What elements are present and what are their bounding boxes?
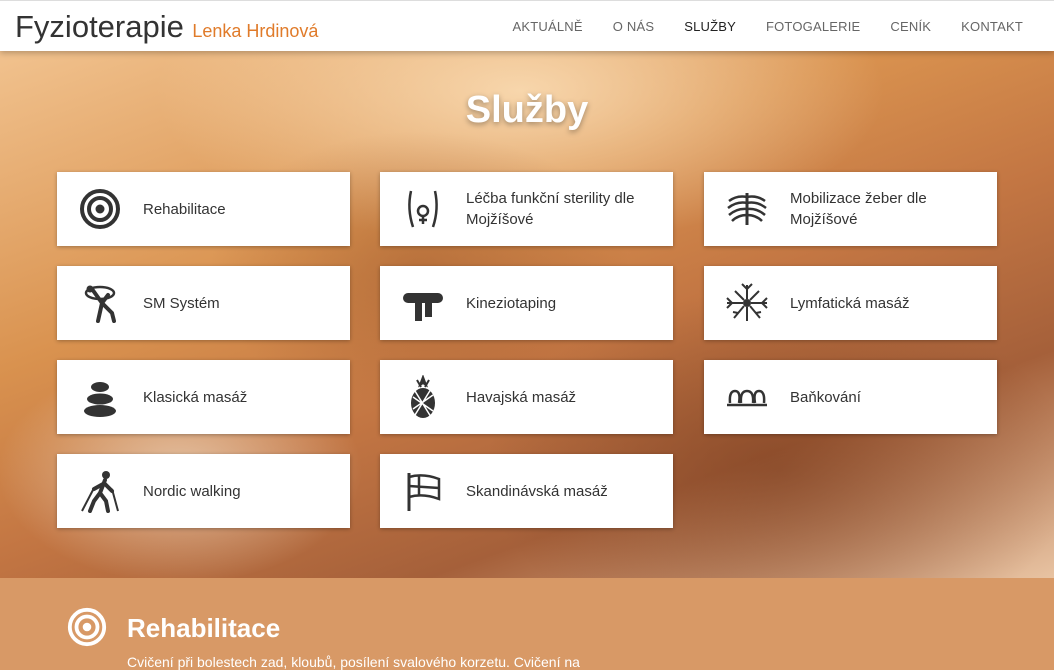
brand-subtitle: Lenka Hrdinová bbox=[192, 21, 319, 41]
service-card-kineziotaping[interactable]: Kineziotaping bbox=[380, 266, 673, 340]
scandinavian-flag-icon bbox=[380, 454, 466, 528]
service-card-skandinavska[interactable]: Skandinávská masáž bbox=[380, 454, 673, 528]
service-card-sm-system[interactable]: SM Systém bbox=[57, 266, 350, 340]
section-title: Rehabilitace bbox=[127, 613, 281, 643]
service-label: Skandinávská masáž bbox=[466, 482, 608, 500]
nav-item-cenik[interactable]: CENÍK bbox=[875, 19, 946, 34]
target-icon bbox=[57, 172, 143, 246]
service-label: Nordic walking bbox=[143, 482, 241, 500]
cups-icon bbox=[704, 360, 790, 434]
service-card-mobilizace[interactable]: Mobilizace žeber dle Mojžíšové bbox=[704, 172, 997, 246]
brand-logo[interactable]: Fyzioterapie Lenka Hrdinová bbox=[15, 9, 318, 45]
service-card-lymfaticka[interactable]: Lymfatická masáž bbox=[704, 266, 997, 340]
ribcage-icon bbox=[704, 172, 790, 246]
tape-icon bbox=[380, 266, 466, 340]
nav-item-sluzby[interactable]: SLUŽBY bbox=[669, 19, 751, 34]
service-label: Klasická masáž bbox=[143, 388, 248, 406]
nav-item-o-nas[interactable]: O NÁS bbox=[598, 19, 669, 34]
page-title: Služby bbox=[465, 89, 589, 131]
service-label: Mobilizace žeber dle Mojžíšové bbox=[790, 190, 927, 228]
service-label: SM Systém bbox=[143, 294, 220, 312]
service-card-rehabilitace[interactable]: Rehabilitace bbox=[57, 172, 350, 246]
service-label: Baňkování bbox=[790, 388, 861, 406]
service-label: Rehabilitace bbox=[143, 200, 226, 218]
hero-banner: Služby Rehabilitace Léčba funkční steril… bbox=[0, 51, 1054, 578]
service-label: Kineziotaping bbox=[466, 294, 557, 312]
service-detail-section: Rehabilitace Cvičení při bolestech zad, … bbox=[0, 578, 1054, 670]
female-pelvis-icon bbox=[380, 172, 466, 246]
service-label: Lymfatická masáž bbox=[790, 294, 910, 312]
section-text: Cvičení při bolestech zad, kloubů, posíl… bbox=[127, 654, 580, 670]
target-icon bbox=[67, 607, 107, 647]
nordic-walker-icon bbox=[57, 454, 143, 528]
service-card-nordic-walking[interactable]: Nordic walking bbox=[57, 454, 350, 528]
main-nav: AKTUÁLNĚ O NÁS SLUŽBY FOTOGALERIE CENÍK … bbox=[498, 1, 1039, 52]
service-label: Havajská masáž bbox=[466, 388, 577, 406]
nav-item-aktualne[interactable]: AKTUÁLNĚ bbox=[498, 19, 598, 34]
nav-item-kontakt[interactable]: KONTAKT bbox=[946, 19, 1038, 34]
service-card-havajska[interactable]: Havajská masáž bbox=[380, 360, 673, 434]
brand-title: Fyzioterapie bbox=[15, 9, 184, 44]
lymph-node-icon bbox=[704, 266, 790, 340]
nav-item-fotogalerie[interactable]: FOTOGALERIE bbox=[751, 19, 875, 34]
stretching-figure-icon bbox=[57, 266, 143, 340]
service-label: Léčba funkční sterility dle Mojžíšové bbox=[466, 190, 635, 228]
service-card-klasicka[interactable]: Klasická masáž bbox=[57, 360, 350, 434]
service-card-sterilita[interactable]: Léčba funkční sterility dle Mojžíšové bbox=[380, 172, 673, 246]
service-card-bankovani[interactable]: Baňkování bbox=[704, 360, 997, 434]
site-header: Fyzioterapie Lenka Hrdinová AKTUÁLNĚ O N… bbox=[0, 0, 1054, 51]
stones-icon bbox=[57, 360, 143, 434]
pineapple-icon bbox=[380, 360, 466, 434]
